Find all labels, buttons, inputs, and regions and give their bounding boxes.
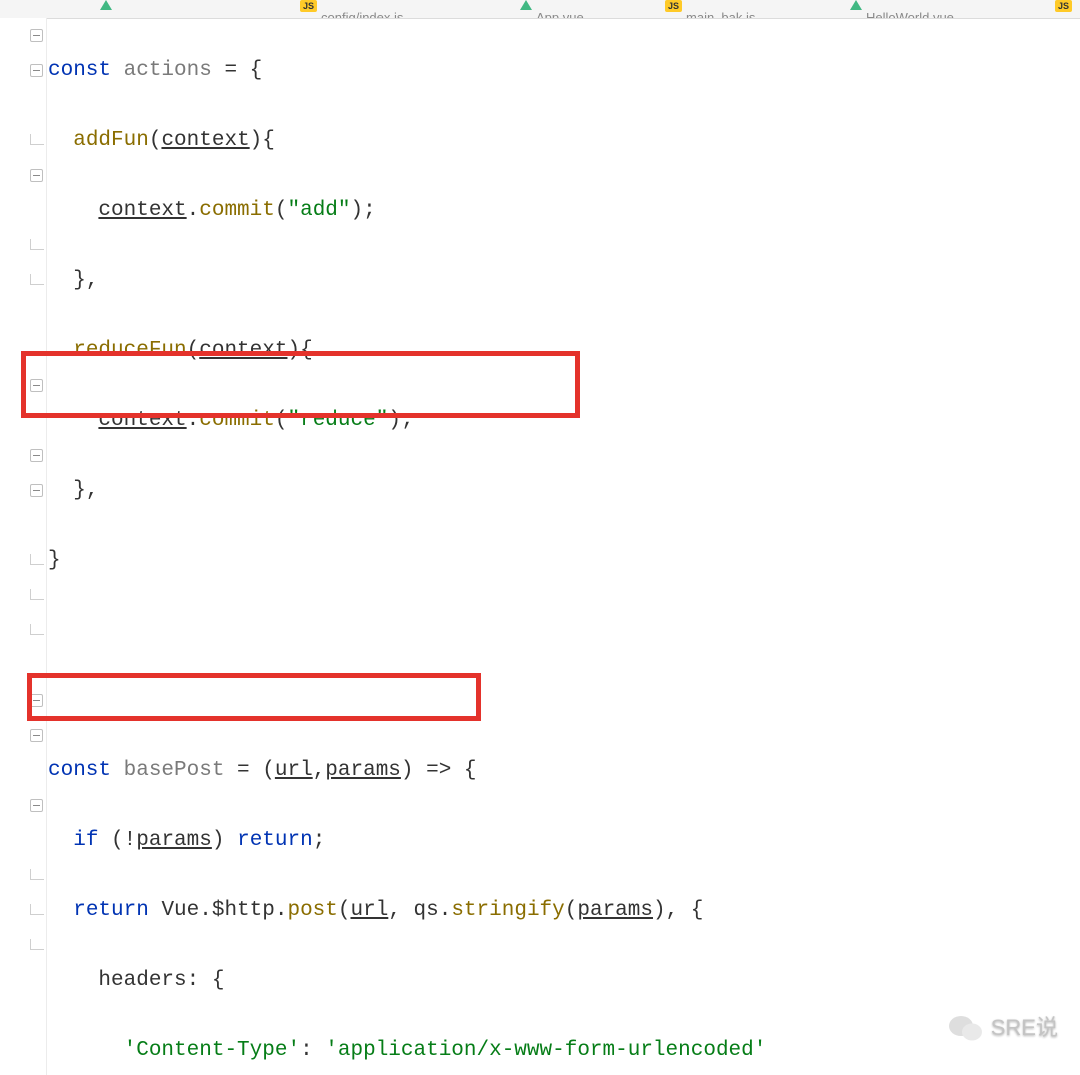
js-icon: JS <box>300 0 317 12</box>
fold-icon[interactable] <box>30 484 43 497</box>
fold-end-icon <box>30 869 44 880</box>
code-line[interactable]: return Vue.$http.post(url, qs.stringify(… <box>48 893 1080 928</box>
code-line[interactable]: context.commit("reduce"); <box>48 403 1080 438</box>
code-line[interactable] <box>48 613 1080 648</box>
fold-icon[interactable] <box>30 729 43 742</box>
code-body[interactable]: const actions = { addFun(context){ conte… <box>48 18 1080 1075</box>
vue-icon <box>520 0 532 10</box>
code-line[interactable]: } <box>48 543 1080 578</box>
tab-item[interactable]: App.vue <box>520 0 584 18</box>
tab-item[interactable]: JS <box>1055 0 1072 18</box>
code-line[interactable]: }, <box>48 473 1080 508</box>
tab-item[interactable]: HelloWorld.vue <box>850 0 954 18</box>
fold-end-icon <box>30 624 44 635</box>
fold-icon[interactable] <box>30 29 43 42</box>
code-line[interactable]: addFun(context){ <box>48 123 1080 158</box>
js-icon: JS <box>665 0 682 12</box>
fold-end-icon <box>30 554 44 565</box>
fold-end-icon <box>30 239 44 250</box>
code-line[interactable]: 'Content-Type': 'application/x-www-form-… <box>48 1033 1080 1068</box>
tab-item[interactable]: JS main_bak.js <box>665 0 755 18</box>
code-line[interactable]: const basePost = (url,params) => { <box>48 753 1080 788</box>
fold-end-icon <box>30 589 44 600</box>
code-line[interactable]: if (!params) return; <box>48 823 1080 858</box>
js-icon: JS <box>1055 0 1072 12</box>
fold-end-icon <box>30 904 44 915</box>
tab-label: HelloWorld.vue <box>866 0 954 18</box>
fold-icon[interactable] <box>30 449 43 462</box>
code-line[interactable] <box>48 683 1080 718</box>
code-editor[interactable]: JSconfig/index.js App.vue JSmain_bak.js … <box>0 0 1080 1075</box>
tab-item[interactable]: JS config/index.js <box>300 0 403 18</box>
code-line[interactable]: }, <box>48 263 1080 298</box>
editor-tabs[interactable]: JSconfig/index.js App.vue JSmain_bak.js … <box>0 0 1080 19</box>
tab-label: config/index.js <box>321 0 403 18</box>
code-line[interactable]: context.commit("add"); <box>48 193 1080 228</box>
fold-icon[interactable] <box>30 799 43 812</box>
gutter[interactable] <box>0 18 47 1075</box>
fold-end-icon <box>30 939 44 950</box>
fold-icon[interactable] <box>30 64 43 77</box>
code-line[interactable]: headers: { <box>48 963 1080 998</box>
vue-icon <box>100 0 112 10</box>
code-line[interactable]: reduceFun(context){ <box>48 333 1080 368</box>
fold-icon[interactable] <box>30 169 43 182</box>
tab-item[interactable] <box>100 0 112 18</box>
fold-end-icon <box>30 274 44 285</box>
tab-label: App.vue <box>536 0 584 18</box>
code-line[interactable]: const actions = { <box>48 53 1080 88</box>
fold-icon[interactable] <box>30 379 43 392</box>
fold-icon[interactable] <box>30 694 43 707</box>
vue-icon <box>850 0 862 10</box>
tab-label: main_bak.js <box>686 0 755 18</box>
fold-end-icon <box>30 134 44 145</box>
